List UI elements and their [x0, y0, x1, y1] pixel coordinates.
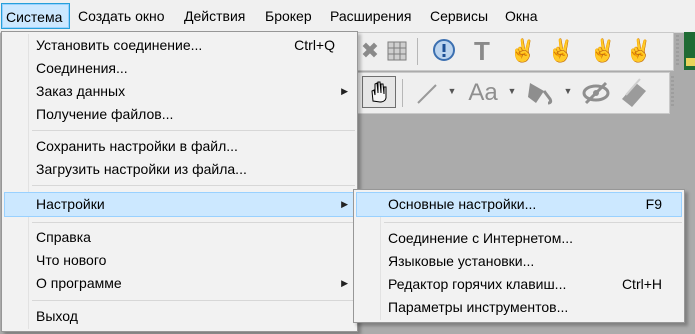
submenu-arrow-icon: ▶ — [341, 199, 348, 209]
hand-vote-2-icon[interactable]: ✌ — [547, 38, 574, 64]
hand-dollar-icon[interactable]: ✌ — [625, 38, 652, 64]
menu-separator — [32, 130, 355, 131]
submenu-arrow-icon: ▶ — [341, 278, 348, 288]
chevron-down-icon[interactable]: ▼ — [562, 85, 574, 97]
font-icon[interactable]: Aa — [462, 78, 504, 108]
menu-sistema[interactable]: Система — [1, 3, 70, 29]
menu-item-label: Редактор горячих клавиш... — [388, 276, 567, 292]
menu-item-tool-parameters[interactable]: Параметры инструментов... — [356, 296, 682, 319]
menu-item-help[interactable]: Справка — [4, 226, 355, 249]
chevron-down-icon[interactable]: ▼ — [506, 85, 518, 97]
menu-label: Система — [6, 9, 63, 25]
menu-item-connections[interactable]: Соединения... — [4, 57, 355, 80]
menu-item-exit[interactable]: Выход — [4, 305, 355, 328]
table-icon[interactable] — [385, 39, 409, 63]
menu-label: Сервисы — [430, 8, 489, 24]
toolbar-separator — [402, 79, 403, 107]
hand-vote-icon[interactable]: ✌ — [509, 38, 536, 64]
menu-item-shortcut: Ctrl+Q — [294, 37, 335, 53]
menu-item-about[interactable]: О программе ▶ — [4, 272, 355, 295]
menu-bar: Система Создать окно Действия Брокер Рас… — [0, 0, 695, 33]
menu-label: Расширения — [330, 8, 412, 24]
menu-item-label: Основные настройки... — [388, 196, 537, 212]
toolbar-grip[interactable] — [676, 35, 679, 65]
menu-item-label: Соединения... — [36, 60, 128, 76]
menu-item-label: Выход — [36, 308, 78, 324]
menu-item-settings[interactable]: Настройки ▶ — [4, 192, 355, 217]
menu-label: Создать окно — [78, 8, 165, 24]
menu-item-label: Установить соединение... — [36, 37, 203, 53]
toolbar-drawing: ▼ Aa ▼ ▼ — [355, 72, 670, 114]
menu-item-label: Получение файлов... — [36, 106, 174, 122]
menu-windows[interactable]: Окна — [501, 3, 542, 29]
menu-item-label: Языковые установки... — [388, 253, 535, 269]
eraser-icon[interactable] — [618, 77, 652, 109]
menu-label: Брокер — [265, 8, 312, 24]
menu-create-window[interactable]: Создать окно — [74, 3, 169, 29]
menu-item-label: Настройки — [36, 196, 105, 212]
menu-services[interactable]: Сервисы — [426, 3, 492, 29]
menu-item-main-settings[interactable]: Основные настройки... F9 — [356, 192, 682, 217]
toolbar-grip[interactable] — [671, 76, 674, 108]
menu-separator — [384, 222, 682, 223]
menu-item-label: Что нового — [36, 252, 107, 268]
toolbar-top: ✖ T ✌ ✌ ✌ ✌ — [340, 32, 674, 71]
menu-broker[interactable]: Брокер — [261, 3, 316, 29]
menu-separator — [32, 222, 355, 223]
app-icon — [684, 32, 695, 70]
alert-icon[interactable] — [431, 38, 457, 64]
submenu-arrow-icon: ▶ — [341, 86, 348, 96]
hand-vote-3-icon[interactable]: ✌ — [589, 38, 616, 64]
menu-extensions[interactable]: Расширения — [326, 3, 415, 29]
menu-item-shortcut: Ctrl+H — [621, 276, 662, 292]
fill-bucket-icon[interactable] — [524, 77, 558, 109]
close-x-icon[interactable]: ✖ — [359, 39, 381, 63]
menu-separator — [32, 185, 355, 186]
chevron-down-icon[interactable]: ▼ — [446, 85, 458, 97]
menu-item-language-settings[interactable]: Языковые установки... — [356, 250, 682, 273]
line-tool-icon[interactable] — [414, 79, 442, 107]
menu-item-hotkey-editor[interactable]: Редактор горячих клавиш... Ctrl+H — [356, 273, 682, 296]
menu-item-label: Параметры инструментов... — [388, 299, 569, 315]
settings-submenu: Основные настройки... F9 Соединение с Ин… — [353, 189, 685, 323]
menu-item-label: Сохранить настройки в файл... — [36, 138, 238, 154]
hand-tool-button[interactable] — [362, 76, 396, 108]
menu-item-label: О программе — [36, 275, 122, 291]
menu-item-label: Соединение с Интернетом... — [388, 230, 574, 246]
hide-eye-icon[interactable] — [580, 79, 612, 107]
menu-item-whats-new[interactable]: Что нового — [4, 249, 355, 272]
system-menu: Установить соединение... Ctrl+Q Соединен… — [1, 31, 358, 332]
menu-item-label: Заказ данных — [36, 83, 126, 99]
menu-label: Окна — [505, 8, 538, 24]
menu-separator — [32, 300, 355, 301]
text-tool-icon[interactable]: T — [469, 37, 495, 65]
menu-item-data-order[interactable]: Заказ данных ▶ — [4, 80, 355, 103]
toolbar-separator — [417, 38, 418, 65]
menu-item-save-settings[interactable]: Сохранить настройки в файл... — [4, 135, 355, 158]
menu-item-get-files[interactable]: Получение файлов... — [4, 103, 355, 126]
menu-item-internet-connection[interactable]: Соединение с Интернетом... — [356, 227, 682, 250]
menu-item-label: Справка — [36, 229, 91, 245]
menu-actions[interactable]: Действия — [180, 3, 249, 29]
menu-item-load-settings[interactable]: Загрузить настройки из файла... — [4, 158, 355, 181]
menu-item-shortcut: F9 — [645, 196, 662, 212]
hand-pointer-icon — [371, 81, 387, 103]
menu-item-connect[interactable]: Установить соединение... Ctrl+Q — [4, 34, 355, 57]
menu-label: Действия — [184, 8, 246, 24]
menu-item-label: Загрузить настройки из файла... — [36, 161, 247, 177]
